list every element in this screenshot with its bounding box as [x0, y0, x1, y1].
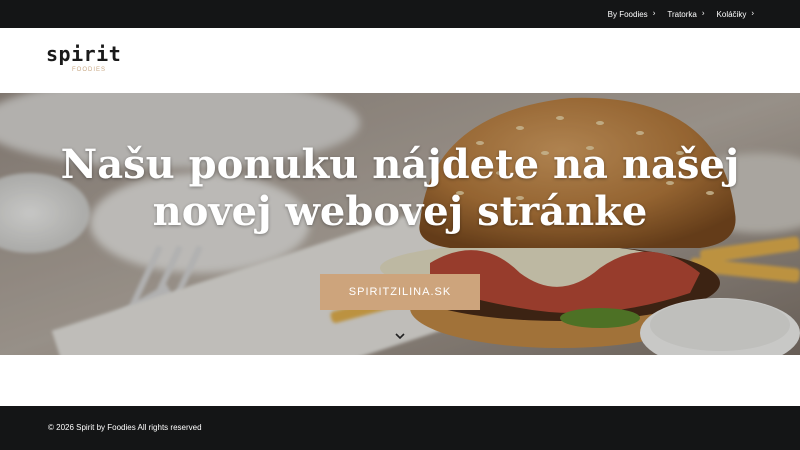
logo[interactable]: spirit FOODIES	[46, 42, 146, 82]
topnav-item-kolaciky[interactable]: Koláčiky ›	[716, 8, 754, 19]
top-nav: By Foodies › Tratorka › Koláčiky ›	[608, 0, 754, 28]
hero-title: Našu ponuku nájdete na našej novej webov…	[0, 141, 800, 235]
chevron-right-icon: ›	[652, 8, 656, 18]
website-link-button[interactable]: SPIRITZILINA.SK	[320, 274, 480, 310]
topnav-label: Koláčiky	[716, 9, 747, 19]
hero-title-line2: novej webovej stránke	[152, 188, 648, 236]
top-bar: By Foodies › Tratorka › Koláčiky ›	[0, 0, 800, 28]
topnav-item-tratorka[interactable]: Tratorka ›	[667, 8, 705, 19]
chevron-right-icon: ›	[701, 8, 705, 18]
site-footer: © 2026 Spirit by Foodies All rights rese…	[0, 406, 800, 450]
chevron-down-icon[interactable]	[393, 331, 407, 341]
topnav-label: Tratorka	[667, 9, 697, 19]
site-header: spirit FOODIES	[0, 28, 800, 93]
topnav-label: By Foodies	[607, 9, 648, 19]
chevron-right-icon: ›	[751, 8, 754, 18]
topnav-item-by-foodies[interactable]: By Foodies ›	[607, 8, 656, 19]
hero-title-line1: Našu ponuku nájdete na našej	[60, 141, 740, 188]
logo-subtitle: FOODIES	[72, 67, 107, 73]
hero-banner: Našu ponuku nájdete na našej novej webov…	[0, 93, 800, 355]
copyright-text: © 2026 Spirit by Foodies All rights rese…	[48, 423, 202, 432]
logo-wordmark: spirit	[46, 42, 122, 66]
